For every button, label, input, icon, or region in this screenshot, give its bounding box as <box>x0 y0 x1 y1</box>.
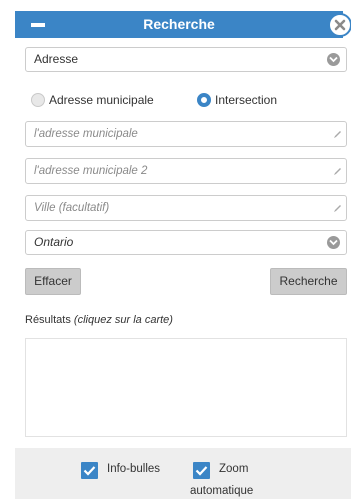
province-value: Ontario <box>34 235 74 249</box>
results-heading: Résultats (cliquez sur la carte) <box>25 314 173 326</box>
close-icon[interactable] <box>328 13 351 37</box>
search-type-select[interactable]: Adresse <box>25 47 347 72</box>
results-list[interactable] <box>25 338 347 437</box>
search-button[interactable]: Recherche <box>270 268 347 295</box>
zoom-label: Zoom <box>219 463 249 475</box>
results-hint: (cliquez sur la carte) <box>73 314 173 326</box>
results-label: Résultats <box>25 314 71 326</box>
search-type-value: Adresse <box>34 52 79 66</box>
checkbox-checked-icon <box>81 462 98 479</box>
panel-header: Recherche <box>15 11 343 38</box>
search-panel: Recherche Adresse Adresse municipale Int… <box>0 0 351 499</box>
radio-selected-icon <box>197 93 211 107</box>
address1-input[interactable] <box>25 121 347 147</box>
panel-title: Recherche <box>143 16 215 32</box>
pencil-icon <box>334 131 341 138</box>
zoom-label-line2: automatique <box>190 485 254 497</box>
chevron-down-icon <box>327 53 340 66</box>
city-input[interactable] <box>25 195 347 221</box>
checkbox-checked-icon <box>193 462 210 479</box>
radio-label: Intersection <box>215 93 278 107</box>
pencil-icon <box>334 168 341 175</box>
clear-button[interactable]: Effacer <box>25 268 81 295</box>
address2-input[interactable] <box>25 158 347 184</box>
radio-label: Adresse municipale <box>49 93 154 107</box>
info-bulles-label: Info-bulles <box>107 463 161 475</box>
panel-footer <box>15 448 351 499</box>
radio-unselected-icon <box>31 93 45 107</box>
province-select[interactable]: Ontario <box>25 230 347 255</box>
pencil-icon <box>334 205 341 212</box>
chevron-down-icon <box>327 236 340 249</box>
